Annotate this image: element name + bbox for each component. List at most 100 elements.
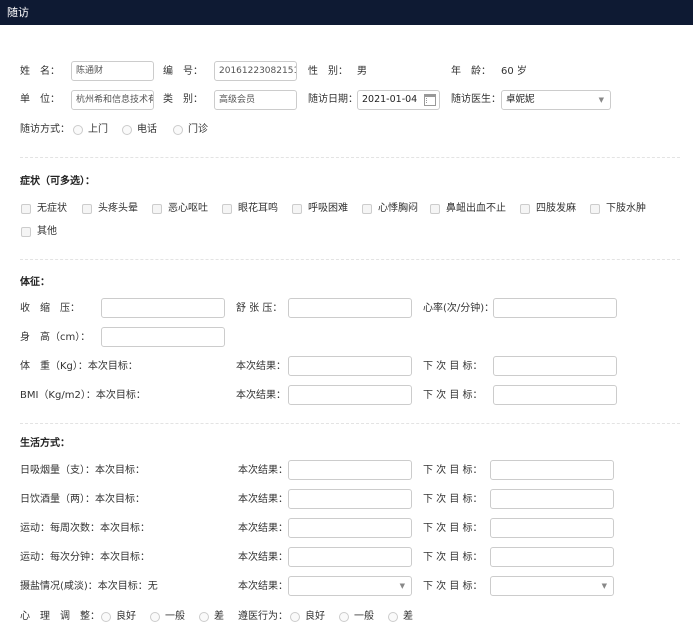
heart-rate-label: 心率(次/分钟)： (423, 303, 495, 314)
lifestyle-next-label: 下 次 目 标： (423, 523, 483, 534)
divider (20, 423, 680, 424)
chevron-down-icon: ▼ (598, 96, 604, 104)
method-option-clinic: 门诊 (188, 124, 208, 135)
radio-psych-poor[interactable] (199, 612, 209, 622)
weight-next-field[interactable] (493, 356, 617, 376)
psych-option-label: 差 (214, 611, 224, 622)
signs-title: 体征： (20, 277, 50, 288)
compliance-label: 遵医行为： (238, 611, 288, 622)
age-label: 年 龄： (451, 66, 491, 77)
checkbox-symptom-none[interactable] (21, 204, 31, 214)
psych-option-label: 良好 (116, 611, 136, 622)
drinking-next-field[interactable] (490, 489, 614, 509)
lifestyle-next-label: 下 次 目 标： (423, 552, 483, 563)
category-label: 类 别： (163, 94, 203, 105)
radio-compliance-poor[interactable] (388, 612, 398, 622)
bmi-next-field[interactable] (493, 385, 617, 405)
radio-compliance-average[interactable] (339, 612, 349, 622)
calendar-icon[interactable] (424, 94, 436, 106)
unit-field[interactable]: 杭州希和信息技术有限公司 (71, 90, 154, 110)
window-title: 随访 (7, 6, 29, 19)
lifestyle-result-label: 本次结果： (238, 465, 288, 476)
name-label: 姓 名： (20, 66, 60, 77)
bmi-result-field[interactable] (288, 385, 412, 405)
date-value: 2021-01-04 (362, 94, 418, 105)
age-value: 60 岁 (501, 66, 527, 77)
checkbox-symptom-nausea[interactable] (152, 204, 162, 214)
date-field[interactable]: 2021-01-04 (357, 90, 440, 110)
systolic-label: 收 缩 压： (20, 303, 80, 314)
date-label: 随访日期： (308, 94, 358, 105)
gender-value: 男 (357, 66, 367, 77)
compliance-option-label: 差 (403, 611, 413, 622)
smoking-result-field[interactable] (288, 460, 412, 480)
diastolic-field[interactable] (288, 298, 412, 318)
systolic-field[interactable] (101, 298, 225, 318)
checkbox-symptom-headache[interactable] (82, 204, 92, 214)
lifestyle-row-label: 日饮酒量（两）：本次目标： (20, 494, 145, 505)
diastolic-label: 舒 张 压： (236, 303, 283, 314)
category-field[interactable]: 高级会员 (214, 90, 297, 110)
checkbox-symptom-numbness[interactable] (520, 204, 530, 214)
unit-label: 单 位： (20, 94, 60, 105)
compliance-option-label: 一般 (354, 611, 374, 622)
radio-method-visit[interactable] (73, 125, 83, 135)
symptom-label: 无症状 (37, 203, 67, 214)
symptom-label: 头疼头晕 (98, 203, 138, 214)
id-label: 编 号： (163, 66, 203, 77)
symptom-label: 鼻衄出血不止 (446, 203, 506, 214)
checkbox-symptom-edema[interactable] (590, 204, 600, 214)
exercise-times-next-field[interactable] (490, 518, 614, 538)
lifestyle-next-label: 下 次 目 标： (423, 494, 483, 505)
salt-next-select[interactable]: ▼ (490, 576, 614, 596)
weight-result-field[interactable] (288, 356, 412, 376)
lifestyle-result-label: 本次结果： (238, 552, 288, 563)
divider (20, 259, 680, 260)
psych-label: 心 理 调 整： (20, 611, 100, 622)
symptom-label: 其他 (37, 226, 57, 237)
height-field[interactable] (101, 327, 225, 347)
method-option-phone: 电话 (137, 124, 157, 135)
lifestyle-result-label: 本次结果： (238, 581, 288, 592)
doctor-value: 卓妮妮 (506, 94, 535, 105)
chevron-down-icon: ▼ (601, 582, 607, 590)
gender-label: 性 别： (308, 66, 348, 77)
weight-next-label: 下 次 目 标： (423, 361, 483, 372)
symptom-label: 四肢发麻 (536, 203, 576, 214)
lifestyle-row-label: 运动：每周次数：本次目标： (20, 523, 150, 534)
exercise-minutes-next-field[interactable] (490, 547, 614, 567)
psych-option-label: 一般 (165, 611, 185, 622)
smoking-next-field[interactable] (490, 460, 614, 480)
checkbox-symptom-epistaxis[interactable] (430, 204, 440, 214)
lifestyle-row-label: 日吸烟量（支）：本次目标： (20, 465, 145, 476)
checkbox-symptom-dyspnea[interactable] (292, 204, 302, 214)
checkbox-symptom-tinnitus[interactable] (222, 204, 232, 214)
radio-method-phone[interactable] (122, 125, 132, 135)
id-field[interactable]: 20161223082151498 (214, 61, 297, 81)
drinking-result-field[interactable] (288, 489, 412, 509)
symptom-label: 眼花耳鸣 (238, 203, 278, 214)
doctor-label: 随访医生： (451, 94, 501, 105)
heart-rate-field[interactable] (493, 298, 617, 318)
lifestyle-title: 生活方式： (20, 438, 70, 449)
doctor-select[interactable]: 卓妮妮 ▼ (501, 90, 611, 110)
checkbox-symptom-palpitation[interactable] (362, 204, 372, 214)
height-label: 身 高（cm）： (20, 332, 91, 343)
radio-method-clinic[interactable] (173, 125, 183, 135)
divider (20, 157, 680, 158)
bmi-result-label: 本次结果： (236, 390, 286, 401)
symptom-label: 心悸胸闷 (378, 203, 418, 214)
symptom-label: 恶心呕吐 (168, 203, 208, 214)
lifestyle-next-label: 下 次 目 标： (423, 581, 483, 592)
exercise-minutes-result-field[interactable] (288, 547, 412, 567)
radio-psych-good[interactable] (101, 612, 111, 622)
radio-psych-average[interactable] (150, 612, 160, 622)
radio-compliance-good[interactable] (290, 612, 300, 622)
checkbox-symptom-other[interactable] (21, 227, 31, 237)
name-field[interactable]: 陈通财 (71, 61, 154, 81)
chevron-down-icon: ▼ (399, 582, 405, 590)
exercise-times-result-field[interactable] (288, 518, 412, 538)
lifestyle-row-label: 摄盐情况(咸淡)：本次目标：无 (20, 581, 158, 592)
salt-result-select[interactable]: ▼ (288, 576, 412, 596)
weight-label: 体 重（Kg）：本次目标： (20, 361, 138, 372)
